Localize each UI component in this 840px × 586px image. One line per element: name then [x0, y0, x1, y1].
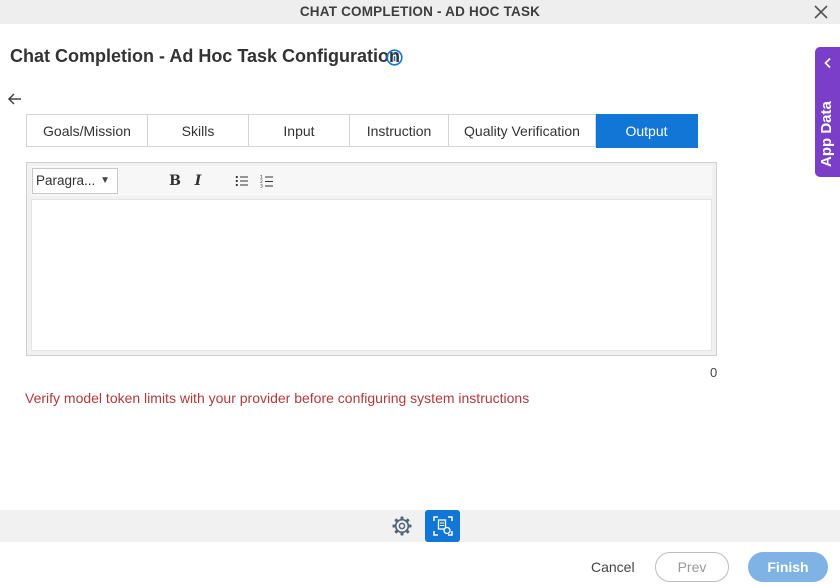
close-icon — [814, 5, 828, 19]
token-limit-warning: Verify model token limits with your prov… — [25, 390, 530, 406]
back-arrow-icon — [7, 93, 21, 105]
app-data-panel-toggle[interactable]: App Data — [815, 47, 840, 177]
tab-input[interactable]: Input — [249, 114, 350, 147]
editor-toolbar: Paragra... ▼ B I 1 2 3 — [31, 166, 712, 196]
rich-text-editor: Paragra... ▼ B I 1 2 3 — [26, 162, 717, 356]
dropdown-caret-icon: ▼ — [100, 175, 110, 186]
bullet-list-button[interactable] — [232, 171, 252, 191]
finish-button[interactable]: Finish — [748, 552, 828, 582]
numbered-list-icon: 1 2 3 — [260, 174, 273, 189]
tab-instruction[interactable]: Instruction — [350, 114, 449, 147]
svg-text:3: 3 — [260, 183, 263, 189]
configuration-button[interactable] — [425, 510, 460, 542]
back-button[interactable] — [7, 91, 23, 107]
configuration-icon — [433, 516, 453, 536]
page-title: Chat Completion - Ad Hoc Task Configurat… — [10, 46, 400, 66]
editor-content-area[interactable] — [31, 199, 712, 351]
app-data-label: App Data — [818, 101, 835, 167]
chevron-left-icon — [824, 57, 831, 69]
bold-button[interactable]: B — [165, 171, 185, 191]
character-count: 0 — [710, 365, 718, 380]
tab-quality-verification[interactable]: Quality Verification — [449, 114, 596, 147]
settings-button[interactable] — [391, 515, 413, 537]
cancel-button[interactable]: Cancel — [591, 559, 635, 575]
window-title: CHAT COMPLETION - AD HOC TASK — [299, 4, 541, 19]
paragraph-format-select[interactable]: Paragra... ▼ — [32, 168, 118, 194]
paragraph-format-value: Paragra... — [36, 173, 96, 188]
info-icon[interactable] — [386, 49, 403, 66]
gear-icon — [392, 516, 412, 536]
tab-bar: Goals/Mission Skills Input Instruction Q… — [26, 114, 698, 148]
numbered-list-button[interactable]: 1 2 3 — [257, 171, 277, 191]
prev-button[interactable]: Prev — [655, 552, 729, 582]
tab-skills[interactable]: Skills — [148, 114, 249, 147]
tab-goals-mission[interactable]: Goals/Mission — [26, 114, 148, 147]
close-button[interactable] — [812, 3, 830, 21]
italic-button[interactable]: I — [188, 171, 208, 191]
tab-output[interactable]: Output — [596, 114, 698, 148]
title-bar: CHAT COMPLETION - AD HOC TASK — [0, 0, 840, 24]
bottom-toolbar — [0, 510, 840, 542]
bullet-list-icon — [235, 175, 248, 187]
